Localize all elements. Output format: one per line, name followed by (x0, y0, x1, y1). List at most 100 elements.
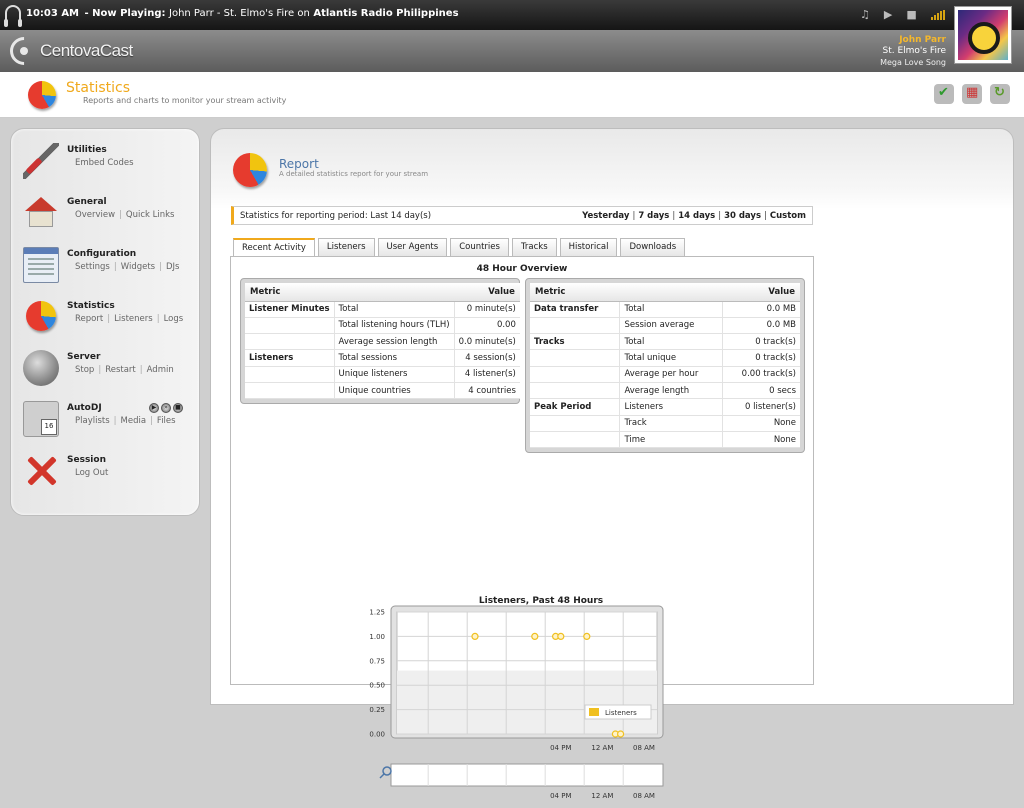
now-playing-prefix: - Now Playing: (84, 8, 166, 19)
recent-activity-panel: 48 Hour Overview Metric Value Listener Mi… (230, 256, 814, 800)
table-cell-group: Listener Minutes (245, 301, 335, 318)
house-icon (23, 195, 59, 231)
sidebar-title-server[interactable]: Server (67, 352, 100, 362)
sidebar-item-autodj: AutoDJ ▶»■ Playlists|Media|Files (23, 401, 193, 445)
report-pie-icon (233, 153, 267, 187)
transfer-stats-table: Metric Value Data transfer Total 0.0 MB Sess… (530, 283, 800, 449)
link-widgets[interactable]: Widgets (121, 262, 155, 272)
period-14-days[interactable]: 14 days (678, 211, 715, 221)
x-tick-label: 12 AM (591, 744, 613, 752)
sidebar-title-statistics[interactable]: Statistics (67, 301, 115, 311)
table-cell-group: Data transfer (530, 301, 621, 318)
table-cell-group (245, 317, 335, 335)
link-logs[interactable]: Logs (164, 314, 184, 324)
table-row: Listener Minutes Total 0 minute(s) (245, 301, 520, 318)
listeners-chart: 0.00 0.25 0.50 0.75 1.00 1.25 04 PM 12 AM 08 AM L… (369, 605, 664, 752)
link-listeners[interactable]: Listeners (114, 314, 153, 324)
link-settings[interactable]: Settings (75, 262, 110, 272)
table-row: Unique countries 4 countries (245, 382, 520, 400)
table-cell-group: Tracks (530, 333, 621, 351)
link-media[interactable]: Media (121, 416, 147, 426)
table-row: Data transfer Total 0.0 MB (530, 301, 800, 318)
table-cell-val: 0.00 (454, 317, 520, 335)
navigator-track[interactable] (390, 763, 664, 787)
link-overview[interactable]: Overview (75, 210, 115, 220)
period-yesterday[interactable]: Yesterday (582, 211, 629, 221)
column-header-metric: Metric (245, 283, 455, 302)
headphones-icon (4, 5, 22, 27)
page-header: Statistics Reports and charts to monitor… (0, 72, 1024, 118)
sidebar-title-general[interactable]: General (67, 197, 107, 207)
chart-navigator[interactable]: 04 PM 12 AM 08 AM (357, 762, 677, 808)
volume-level-icon[interactable] (930, 10, 945, 20)
tab-tracks[interactable]: Tracks (511, 238, 557, 256)
play-icon[interactable]: ▶ (884, 8, 892, 22)
sidebar-item-configuration: Configuration Settings | Widgets | DJs (23, 247, 193, 291)
table-row: Average length 0 secs (530, 382, 800, 400)
period-custom[interactable]: Custom (770, 211, 806, 221)
link-djs[interactable]: DJs (166, 262, 179, 272)
player-controls: ♫ ▶ ■ (860, 8, 945, 22)
table-cell-val: 0 listener(s) (722, 398, 800, 416)
column-header-metric: Metric (530, 283, 723, 302)
link-log-out[interactable]: Log Out (75, 468, 108, 478)
song-album: Mega Love Song (880, 58, 946, 67)
tab-historical[interactable]: Historical (559, 238, 618, 256)
table-cell-label: Track (619, 415, 723, 432)
period-30-days[interactable]: 30 days (724, 211, 761, 221)
pie-chart-icon (26, 301, 56, 331)
zoom-icon[interactable] (382, 766, 392, 776)
table-row: Total listening hours (TLH) 0.00 (245, 317, 520, 335)
table-cell-label: Listeners (619, 398, 723, 416)
link-playlists[interactable]: Playlists (75, 416, 110, 426)
table-cell-group: Listeners (245, 349, 335, 367)
table-cell-label: Time (619, 431, 723, 449)
data-point[interactable] (471, 632, 479, 641)
data-point[interactable] (557, 632, 565, 641)
reporting-period-bar: Statistics for reporting period: Last 14… (231, 206, 813, 225)
music-note-icon[interactable]: ♫ (860, 8, 870, 22)
table-cell-label: Total listening hours (TLH) (334, 317, 455, 335)
table-cell-val: 0 minute(s) (454, 301, 520, 318)
stop-icon[interactable]: ■ (906, 8, 916, 22)
refresh-icon[interactable]: ↻ (990, 84, 1010, 104)
table-cell-group: Peak Period (530, 398, 621, 416)
sidebar-title-autodj[interactable]: AutoDJ (67, 403, 102, 413)
tab-recent-activity[interactable]: Recent Activity (233, 238, 315, 257)
now-playing-bar: 10:03 AM - Now Playing: John Parr - St. … (0, 0, 1024, 30)
sidebar-title-utilities[interactable]: Utilities (67, 145, 107, 155)
link-quick-links[interactable]: Quick Links (126, 210, 175, 220)
data-point[interactable] (531, 632, 539, 641)
song-title: St. Elmo's Fire (882, 46, 946, 56)
autodj-stop-icon[interactable]: ■ (173, 403, 183, 413)
tab-countries[interactable]: Countries (450, 238, 509, 256)
calendar-icon[interactable]: ▦ (962, 84, 982, 104)
sidebar-title-session[interactable]: Session (67, 455, 106, 465)
report-title: Report (279, 157, 319, 171)
link-report[interactable]: Report (75, 314, 103, 324)
sidebar-item-utilities: Utilities Embed Codes (23, 143, 193, 187)
tab-downloads[interactable]: Downloads (620, 238, 686, 256)
autodj-next-icon[interactable]: » (161, 403, 171, 413)
link-admin[interactable]: Admin (147, 365, 174, 375)
song-artist: John Parr (899, 35, 946, 45)
data-point[interactable] (617, 730, 625, 738)
period-7-days[interactable]: 7 days (638, 211, 669, 221)
table-cell-group (530, 415, 621, 432)
link-stop[interactable]: Stop (75, 365, 94, 375)
check-icon[interactable]: ✔ (934, 84, 954, 104)
link-embed-codes[interactable]: Embed Codes (75, 158, 134, 168)
autodj-play-icon[interactable]: ▶ (149, 403, 159, 413)
legend-label: Listeners (605, 709, 637, 717)
sidebar-title-configuration[interactable]: Configuration (67, 249, 136, 259)
data-point[interactable] (583, 632, 591, 641)
table-cell-val: 4 countries (454, 382, 520, 400)
link-restart[interactable]: Restart (105, 365, 136, 375)
table-cell-val: None (722, 431, 800, 449)
table-cell-label: Average session length (334, 333, 455, 351)
link-files[interactable]: Files (157, 416, 176, 426)
centovacast-logo[interactable]: CentovaCast (4, 31, 133, 71)
legend-swatch (589, 708, 599, 716)
tab-user-agents[interactable]: User Agents (377, 238, 448, 256)
tab-listeners[interactable]: Listeners (317, 238, 375, 256)
